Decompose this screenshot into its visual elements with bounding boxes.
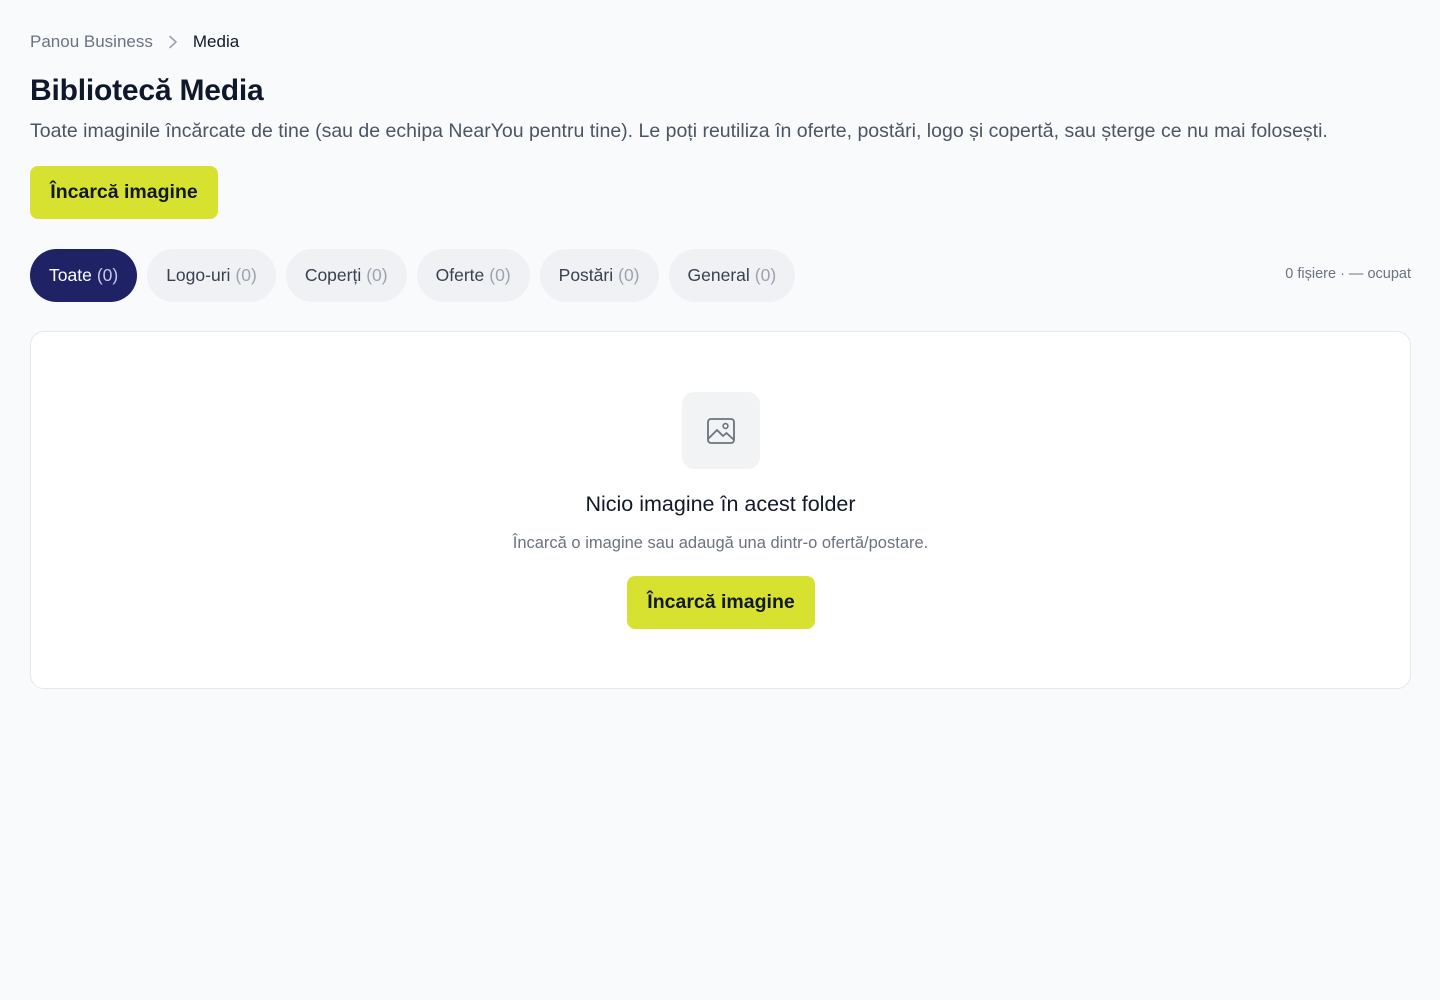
empty-state-subtitle: Încarcă o imagine sau adaugă una dintr-o… <box>512 534 929 552</box>
tab-count: (0) <box>754 265 777 285</box>
tab-count: (0) <box>366 265 388 285</box>
empty-state-upload-button[interactable]: Încarcă imagine <box>627 576 815 629</box>
empty-state-title: Nicio imagine în acest folder <box>585 492 856 516</box>
tab-posts[interactable]: Postări (0) <box>539 249 659 302</box>
storage-usage-text: 0 fișiere · — ocupat <box>1285 266 1411 282</box>
tab-all[interactable]: Toate (0) <box>30 249 138 302</box>
tab-label: Postări <box>558 265 614 285</box>
tab-count: (0) <box>489 265 511 285</box>
tab-covers[interactable]: Coperți (0) <box>285 249 407 302</box>
tab-label: General <box>687 265 750 285</box>
upload-image-button[interactable]: Încarcă imagine <box>30 166 218 219</box>
chevron-right-icon <box>153 31 193 53</box>
page-title: Bibliotecă Media <box>30 74 264 107</box>
tab-label: Oferte <box>435 265 485 285</box>
tab-offers[interactable]: Oferte (0) <box>416 249 530 302</box>
breadcrumb: Panou Business Media <box>30 31 239 53</box>
tab-count: (0) <box>96 265 119 285</box>
breadcrumb-current: Media <box>192 32 240 51</box>
tab-label: Toate <box>49 265 92 285</box>
breadcrumb-link-business-panel[interactable]: Panou Business <box>30 32 153 52</box>
tab-count: (0) <box>618 265 640 285</box>
tab-count: (0) <box>235 265 257 285</box>
tab-label: Logo-uri <box>166 265 231 285</box>
image-icon <box>682 392 760 469</box>
empty-state-card: Nicio imagine în acest folder Încarcă o … <box>30 331 1411 689</box>
tab-label: Coperți <box>304 265 362 285</box>
tab-general[interactable]: General (0) <box>668 249 796 302</box>
folder-tabs: Toate (0) Logo-uri (0) Coperți (0) Oferte (0… <box>30 249 796 302</box>
page-description: Toate imaginile încărcate de tine (sau d… <box>30 120 1328 142</box>
tab-logos[interactable]: Logo-uri (0) <box>147 249 276 302</box>
